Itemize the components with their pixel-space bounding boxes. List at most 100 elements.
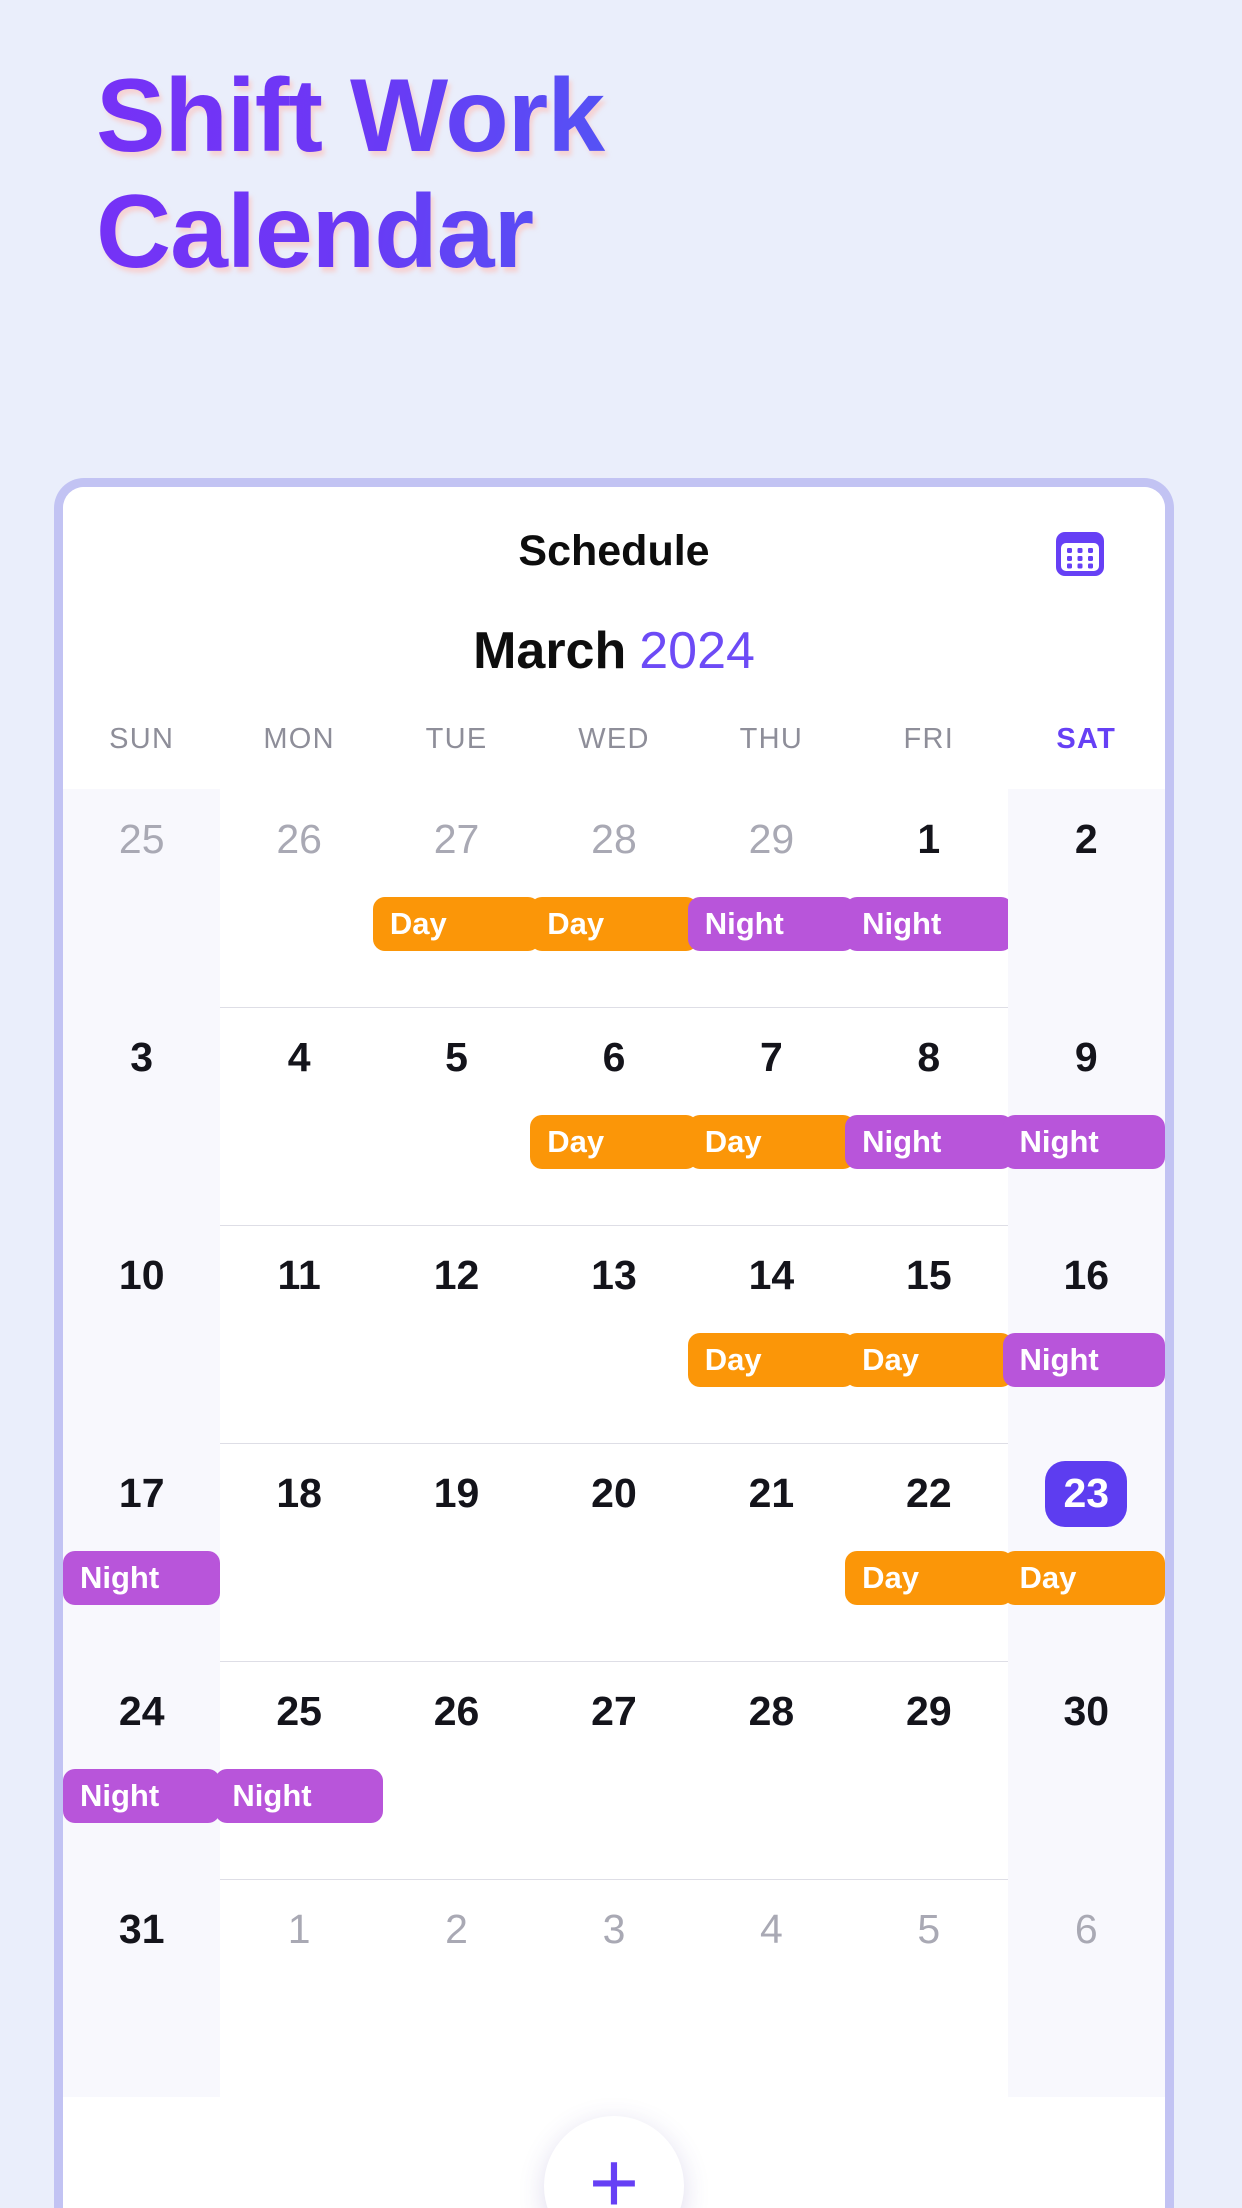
shift-pill-night[interactable]: Night <box>63 1551 221 1605</box>
shift-pill-day[interactable]: Day <box>687 1333 856 1387</box>
shift-pill-day[interactable]: Day <box>372 897 541 951</box>
day-number: 1 <box>287 1906 311 1952</box>
day-number: 18 <box>276 1470 322 1516</box>
day-number: 3 <box>602 1906 626 1952</box>
day-cell[interactable]: 3 <box>63 1007 221 1225</box>
day-cell[interactable]: 16 Night <box>1002 1225 1165 1443</box>
day-cell[interactable]: 4 <box>693 1879 850 2097</box>
shift-pill-night[interactable]: Night <box>215 1769 383 1823</box>
day-number: 20 <box>591 1470 637 1516</box>
shift-pill-day[interactable]: Day <box>845 1333 1013 1387</box>
day-cell[interactable]: 8 Night <box>845 1007 1013 1225</box>
day-cell[interactable]: 2 <box>378 1879 535 2097</box>
day-cell[interactable]: 27 Day <box>372 789 541 1007</box>
day-number: 3 <box>130 1034 154 1080</box>
day-cell[interactable]: 13 <box>535 1225 692 1443</box>
day-number: 25 <box>118 816 165 862</box>
weekday-wed: WED <box>578 723 650 755</box>
plus-icon: + <box>588 2135 640 2208</box>
day-cell[interactable]: 1 <box>220 1879 377 2097</box>
day-cell[interactable]: 3 <box>535 1879 692 2097</box>
shift-pill-day[interactable]: Day <box>1002 1551 1165 1605</box>
day-number: 17 <box>118 1470 165 1516</box>
day-cell[interactable]: 6 <box>1007 1879 1165 2097</box>
day-cell[interactable]: 11 <box>220 1225 377 1443</box>
day-number: 22 <box>906 1470 952 1516</box>
day-cell[interactable]: 20 <box>535 1443 692 1661</box>
day-cell[interactable]: 14 Day <box>687 1225 856 1443</box>
schedule-title: Schedule <box>518 527 710 575</box>
shift-pill-night[interactable]: Night <box>845 1115 1013 1169</box>
day-number-selected: 23 <box>1008 1461 1165 1539</box>
day-cell[interactable]: 22 Day <box>845 1443 1013 1661</box>
page-title: Shift Work Calendar <box>0 0 796 291</box>
day-cell[interactable]: 25 Night <box>215 1661 383 1879</box>
shift-pill-night[interactable]: Night <box>1002 1115 1165 1169</box>
day-cell[interactable]: 19 <box>378 1443 535 1661</box>
day-cell[interactable]: 12 <box>378 1225 535 1443</box>
day-cell[interactable]: 24 Night <box>63 1661 221 1879</box>
day-cell[interactable]: 2 <box>1007 789 1165 1007</box>
day-number: 9 <box>1074 1034 1098 1080</box>
shift-pill-day[interactable]: Day <box>530 897 698 951</box>
day-cell[interactable]: 1 Night <box>845 789 1013 1007</box>
day-cell[interactable]: 15 Day <box>845 1225 1013 1443</box>
day-number: 10 <box>118 1252 165 1298</box>
calendar-week-row: 3 4 5 6 Day 7 Day 8 Night 9 Night <box>63 1007 1165 1225</box>
day-number: 26 <box>433 1688 480 1734</box>
shift-pill-day[interactable]: Day <box>687 1115 856 1169</box>
shift-pill-night[interactable]: Night <box>63 1769 221 1823</box>
page-title-line2: Calendar <box>96 174 534 291</box>
day-cell[interactable]: 26 <box>378 1661 535 1879</box>
day-cell[interactable]: 27 <box>535 1661 692 1879</box>
day-cell[interactable]: 10 <box>63 1225 221 1443</box>
shift-pill-day[interactable]: Day <box>530 1115 698 1169</box>
day-number: 27 <box>591 1688 637 1734</box>
shift-pill-night[interactable]: Night <box>687 897 856 951</box>
day-number: 14 <box>748 1252 795 1298</box>
day-number: 26 <box>276 816 322 862</box>
day-cell[interactable]: 4 <box>220 1007 377 1225</box>
weekday-sat: SAT <box>1056 723 1117 755</box>
calendar-week-row: 31 1 2 3 4 5 6 <box>63 1879 1165 2097</box>
day-number: 24 <box>118 1688 165 1734</box>
weekday-thu: THU <box>739 723 804 755</box>
day-cell[interactable]: 21 <box>693 1443 850 1661</box>
calendar-icon-button[interactable] <box>1053 527 1107 581</box>
month-year-label[interactable]: March 2024 <box>63 625 1165 677</box>
day-number: 4 <box>759 1906 783 1952</box>
day-cell[interactable]: 30 <box>1007 1661 1165 1879</box>
day-cell[interactable]: 23 Day <box>1002 1443 1165 1661</box>
weekday-sun: SUN <box>109 723 175 755</box>
weekday-tue: TUE <box>425 723 488 755</box>
day-number: 29 <box>906 1688 952 1734</box>
shift-pill-night[interactable]: Night <box>845 897 1013 951</box>
day-number: 8 <box>917 1034 941 1080</box>
day-cell[interactable]: 6 Day <box>530 1007 698 1225</box>
shift-pill-day[interactable]: Day <box>845 1551 1013 1605</box>
day-cell[interactable]: 5 <box>378 1007 535 1225</box>
calendar-header: Schedule <box>63 487 1165 576</box>
day-cell[interactable]: 28 <box>693 1661 850 1879</box>
day-cell[interactable]: 28 Day <box>530 789 698 1007</box>
day-cell[interactable]: 29 <box>850 1661 1007 1879</box>
day-cell[interactable]: 18 <box>220 1443 377 1661</box>
day-number: 16 <box>1063 1252 1110 1298</box>
day-number: 6 <box>602 1034 626 1080</box>
year-label: 2024 <box>639 622 755 680</box>
day-cell[interactable]: 31 <box>63 1879 221 2097</box>
day-cell[interactable]: 5 <box>850 1879 1007 2097</box>
day-cell[interactable]: 25 <box>63 789 221 1007</box>
day-cell[interactable]: 7 Day <box>687 1007 856 1225</box>
add-shift-fab[interactable]: + <box>544 2116 684 2208</box>
day-cell[interactable]: 9 Night <box>1002 1007 1165 1225</box>
day-number: 2 <box>445 1906 468 1952</box>
day-number: 29 <box>748 816 795 862</box>
day-cell[interactable]: 17 Night <box>63 1443 221 1661</box>
selected-day-badge: 23 <box>1045 1461 1128 1527</box>
day-cell[interactable]: 29 Night <box>687 789 856 1007</box>
day-number: 7 <box>759 1034 783 1080</box>
day-cell[interactable]: 26 <box>220 789 377 1007</box>
day-number: 25 <box>276 1688 322 1734</box>
shift-pill-night[interactable]: Night <box>1002 1333 1165 1387</box>
